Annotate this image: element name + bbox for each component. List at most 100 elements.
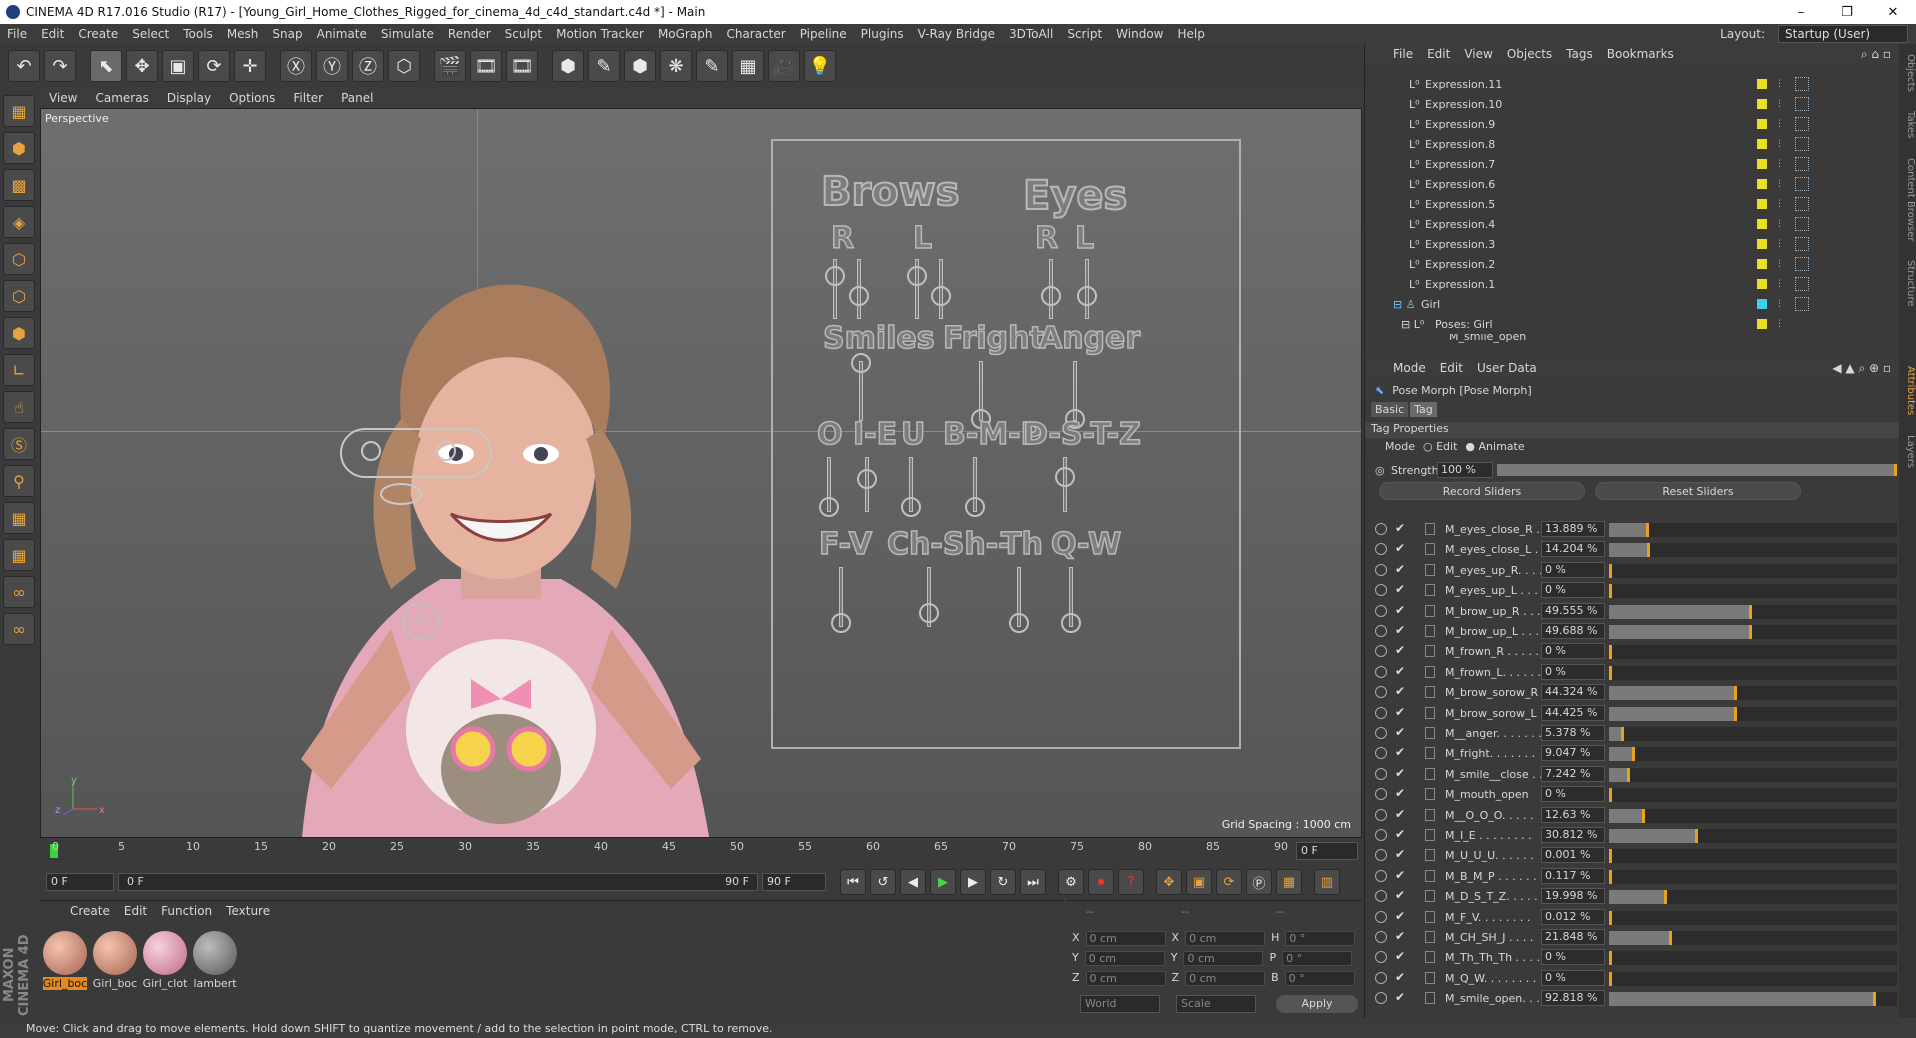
morph-value-field[interactable]: 19.998 % [1541,888,1605,905]
snap-icon[interactable]: Ⓢ [3,428,35,460]
floor-icon[interactable]: ▦ [732,50,764,82]
enable-checkbox[interactable]: ✔ [1395,766,1405,780]
enable-checkbox[interactable]: ✔ [1395,521,1405,535]
animation-keyframe-icon[interactable] [1375,788,1387,801]
object-row-poses[interactable]: ⊟ L⁰ Poses: Girl ⋮ [1365,314,1885,334]
tab-basic[interactable]: Basic [1371,402,1409,417]
rotation-b-field[interactable]: 0 ° [1284,971,1355,986]
animation-keyframe-icon[interactable] [1375,992,1387,1005]
workplane-grid-icon[interactable]: ▦ [3,502,35,534]
mode-edit-radio[interactable]: ○ Edit [1423,440,1457,453]
menu-character[interactable]: Character [719,27,792,41]
y-axis-lock-icon[interactable]: Ⓨ [316,50,348,82]
viewport-menu-view[interactable]: View [40,91,86,105]
animation-keyframe-icon[interactable] [1375,625,1387,637]
menu-vray-bridge[interactable]: V-Ray Bridge [911,27,1002,41]
enable-checkbox[interactable]: ✔ [1395,725,1405,739]
morph-slider-row[interactable]: ✔ M_U_U_U. . . . . . 0.001 % [1365,846,1900,866]
bmp-knob[interactable] [965,497,985,517]
layout-select[interactable]: Startup (User) [1778,25,1908,43]
record-sliders-button[interactable]: Record Sliders [1379,482,1585,500]
morph-value-field[interactable]: 0 % [1541,786,1605,803]
morph-slider-row[interactable]: ✔ M_brow_up_R . . . . 49.555 % [1365,602,1900,622]
morph-slider-track[interactable] [1609,686,1897,701]
morph-slider-row[interactable]: ✔ M_brow_up_L . . . . 49.688 % [1365,622,1900,642]
size-y-field[interactable]: 0 cm [1183,951,1264,966]
animation-keyframe-icon[interactable] [1375,931,1387,943]
animation-keyframe-icon[interactable] [1375,706,1387,719]
rotation-p-field[interactable]: 0 ° [1282,951,1353,966]
morph-value-field[interactable]: 49.555 % [1541,602,1605,619]
morph-value-field[interactable]: 0 % [1541,582,1605,599]
animation-keyframe-icon[interactable] [1375,869,1387,882]
keyframe-selection-icon[interactable]: ? [1118,869,1144,895]
subdivision-surface-icon[interactable]: ⬢ [624,50,656,82]
morph-value-field[interactable]: 13.889 % [1541,521,1605,537]
size-mode-select[interactable]: Scale [1176,995,1256,1013]
menu-3dtoall[interactable]: 3DToAll [1002,27,1060,41]
previous-key-icon[interactable]: ↺ [870,869,896,895]
texture-mode-icon[interactable]: ▩ [3,169,35,201]
cloner-icon[interactable]: ❋ [660,50,692,82]
morph-slider-track[interactable] [1609,808,1897,823]
morph-slider-track[interactable] [1609,727,1897,741]
qw-knob[interactable] [1061,613,1081,633]
animation-keyframe-icon[interactable] [1375,971,1387,984]
u-knob[interactable] [901,497,921,517]
strength-field[interactable]: 100 % [1437,462,1493,478]
menu-snap[interactable]: Snap [265,27,309,41]
morph-slider-track[interactable] [1609,767,1897,782]
morph-slider-row[interactable]: ✔ M_eyes_close_L . . 14.204 % [1365,540,1900,560]
menu-pipeline[interactable]: Pipeline [793,27,854,41]
animation-keyframe-icon[interactable] [1375,543,1387,556]
tab-content-browser[interactable]: Content Browser [1905,158,1916,241]
morph-slider-row[interactable]: ✔ M_Th_Th_Th . . . .0 % [1365,948,1900,968]
live-selection-icon[interactable]: ⬉ [90,50,122,82]
morph-slider-track[interactable] [1609,849,1897,864]
enable-checkbox[interactable]: ✔ [1395,623,1405,637]
light-icon[interactable]: 💡 [804,50,836,82]
python-icon[interactable]: ∞ [3,576,35,608]
facial-rig-panel[interactable]: Brows Eyes R L R L Smiles Fright Anger O… [771,139,1241,749]
next-frame-icon[interactable]: ▶ [960,869,986,895]
enable-checkbox[interactable]: ✔ [1395,909,1405,923]
morph-value-field[interactable]: 0 % [1541,561,1605,578]
menu-simulate[interactable]: Simulate [374,27,441,41]
animation-keyframe-icon[interactable] [1375,686,1387,699]
xpresso-tag-icon[interactable] [1795,177,1809,191]
attr-menu-edit[interactable]: Edit [1440,361,1463,375]
object-search-icon[interactable]: ⌕ ⌂ ▫ [1861,47,1899,62]
morph-slider-track[interactable] [1609,951,1897,966]
end-frame-field[interactable]: 90 F [762,873,826,891]
points-mode-icon[interactable]: ⬡ [3,243,35,275]
object-row[interactable]: L⁰ Expression.3 ⋮ [1365,234,1885,254]
morph-slider-track[interactable] [1609,584,1897,599]
material-swatch[interactable]: Girl_boc [92,931,138,990]
undo-icon[interactable]: ↶ [8,50,40,82]
maximize-button[interactable]: ❐ [1824,5,1870,20]
morph-slider-row[interactable]: ✔ M_eyes_close_R . . 13.889 % [1365,520,1900,540]
move-tool-icon[interactable]: ✥ [126,50,158,82]
tab-layers[interactable]: Layers [1905,435,1916,468]
menu-animate[interactable]: Animate [310,27,374,41]
recent-tool-icon[interactable]: ✛ [234,50,266,82]
redo-icon[interactable]: ↷ [44,50,76,82]
viewport-menu-options[interactable]: Options [220,91,284,105]
morph-value-field[interactable]: 0 % [1541,643,1605,660]
object-row[interactable]: L⁰ Expression.11 ⋮ [1365,74,1885,94]
morph-slider-row[interactable]: ✔ M_I_E . . . . . . . . 30.812 % [1365,826,1900,846]
morph-slider-track[interactable] [1609,931,1897,945]
enable-checkbox[interactable]: ✔ [1395,664,1405,678]
morph-slider-track[interactable] [1609,910,1897,925]
morph-value-field[interactable]: 30.812 % [1541,827,1605,843]
menu-script[interactable]: Script [1060,27,1109,41]
morph-slider-row[interactable]: ✔ M_frown_L. . . . . .0 % [1365,663,1900,683]
enable-axis-icon[interactable]: ∟ [3,354,35,386]
quantize-icon[interactable]: ⚲ [3,465,35,497]
morph-slider-row[interactable]: ✔ M_brow_sorow_R 44.324 % [1365,683,1900,703]
cube-primitive-icon[interactable]: ⬢ [552,50,584,82]
position-y-field[interactable]: 0 cm [1084,951,1165,966]
locked-workplane-icon[interactable]: ▦ [3,539,35,571]
position-x-field[interactable]: 0 cm [1085,931,1166,946]
morph-slider-track[interactable] [1609,563,1897,578]
